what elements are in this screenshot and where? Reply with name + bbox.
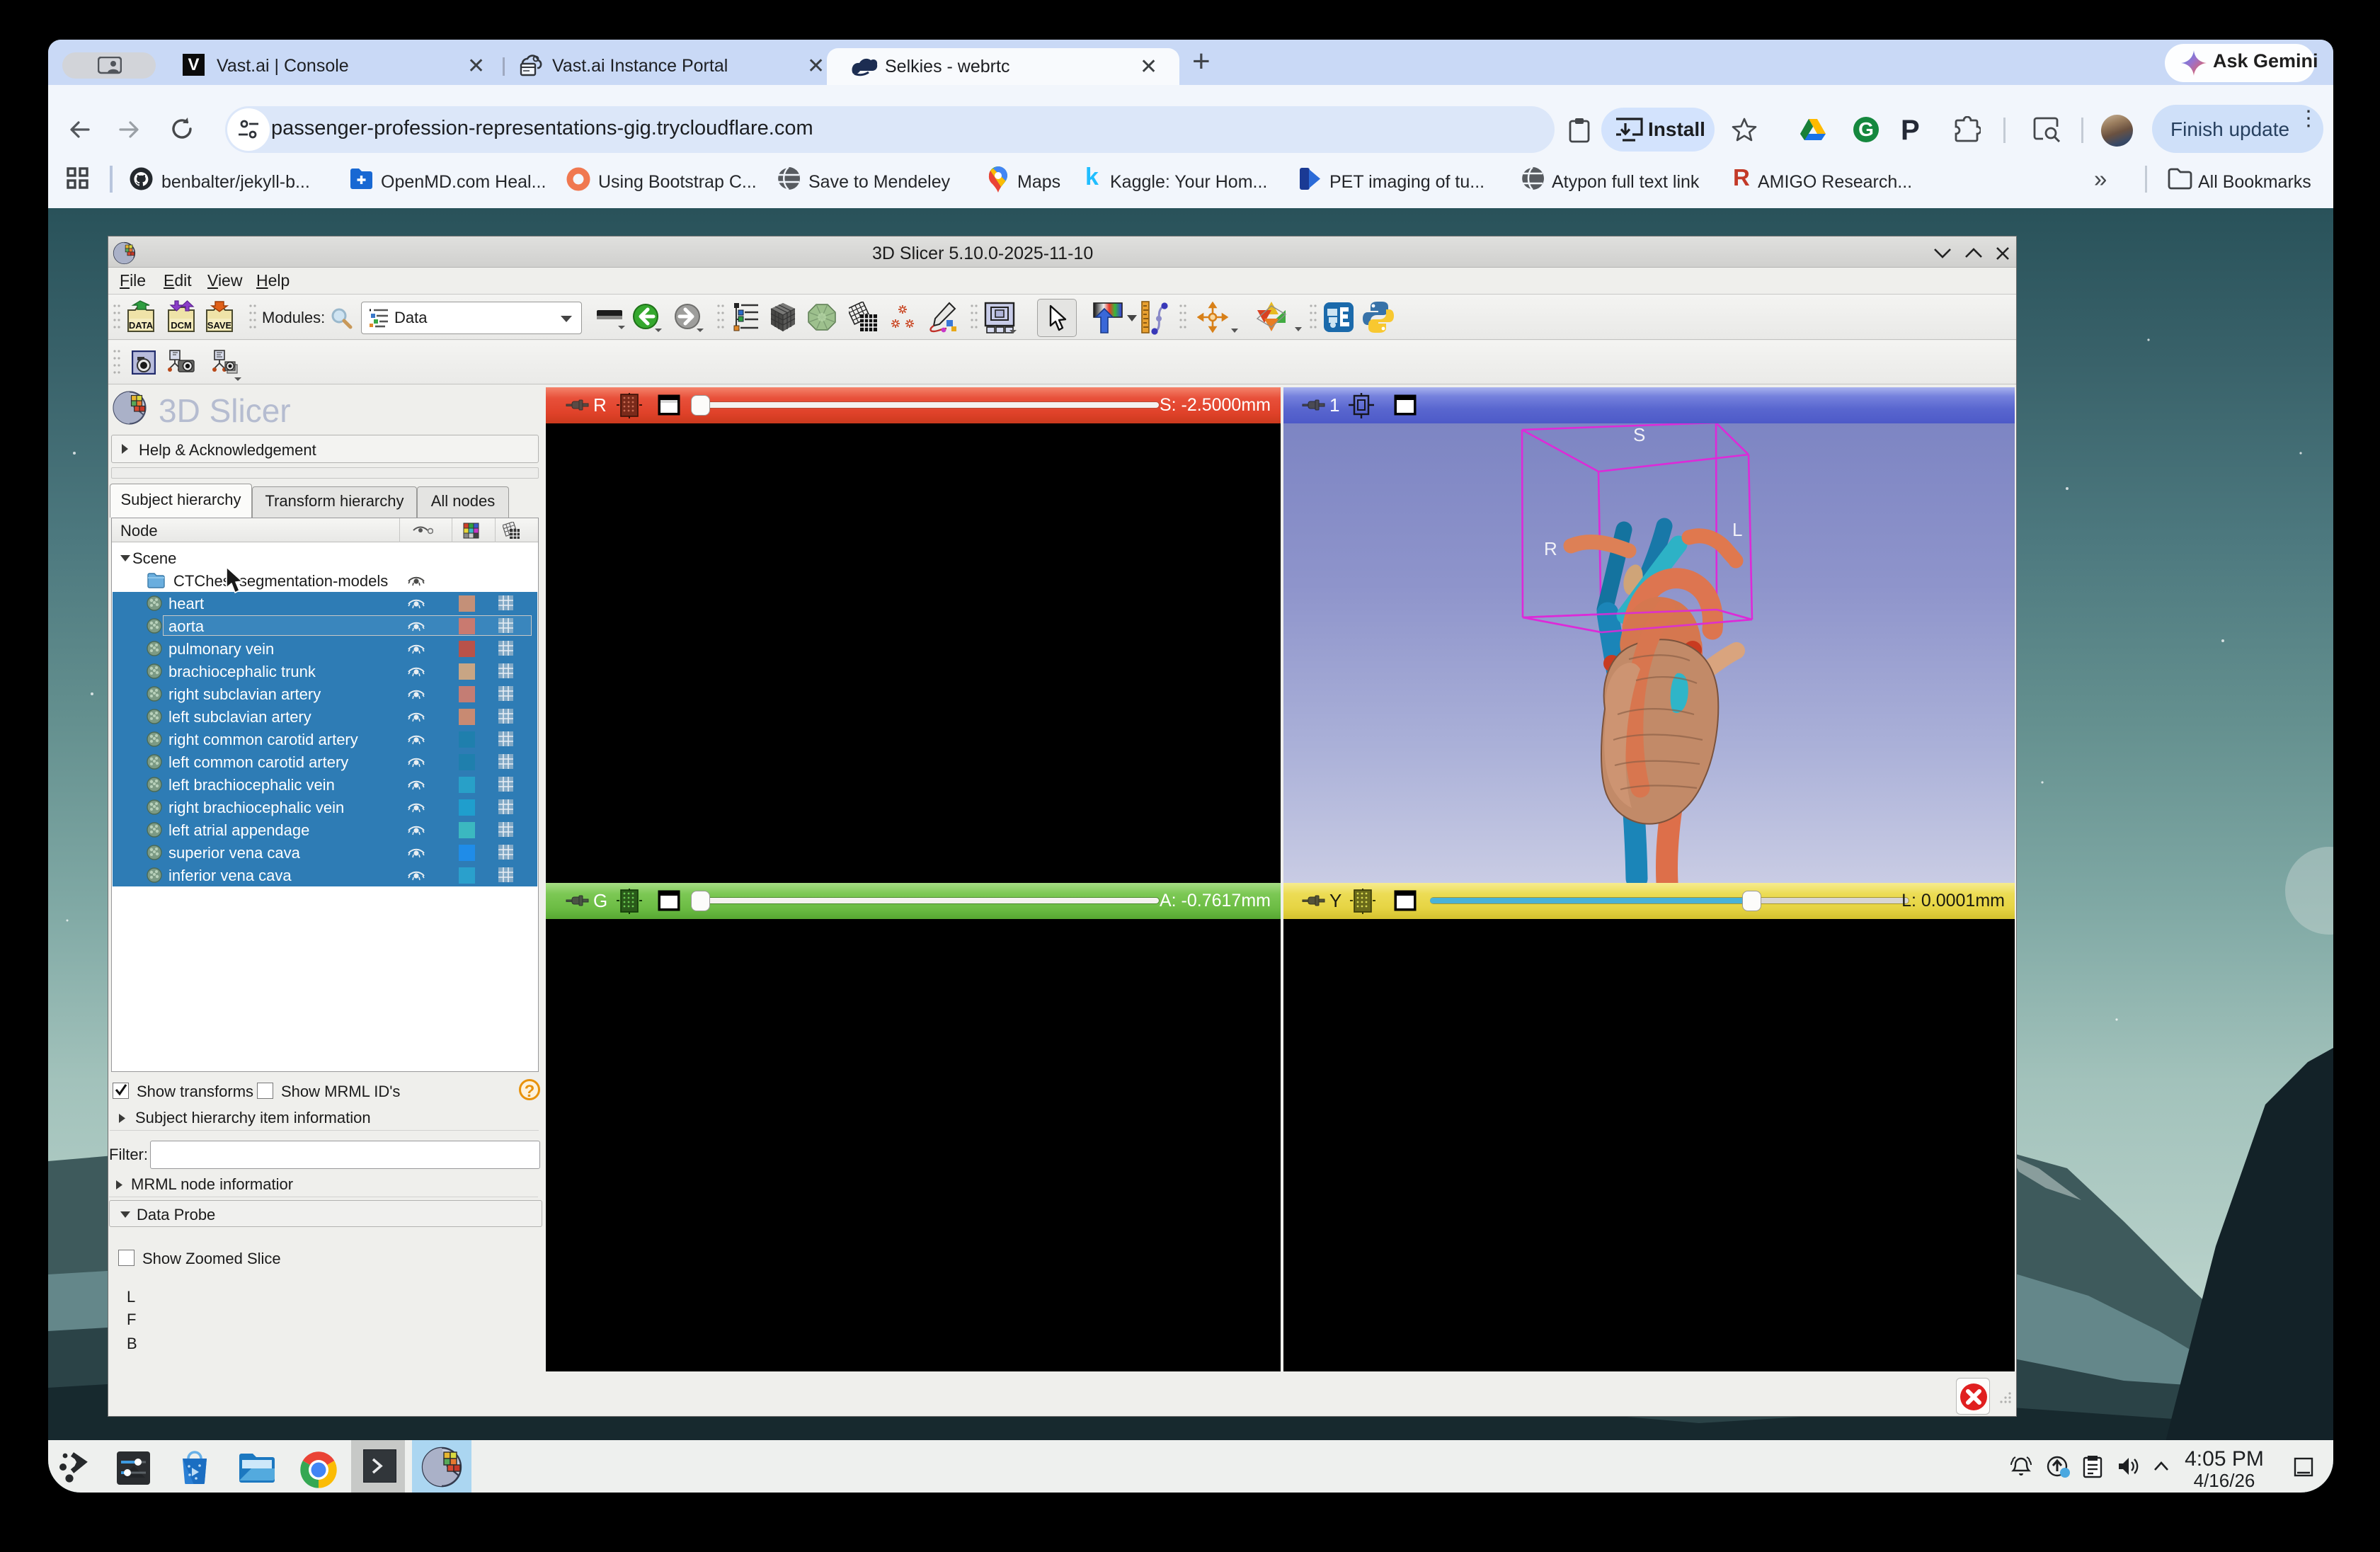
- svg-text:DCM: DCM: [171, 320, 192, 331]
- svg-text:R: R: [1544, 538, 1557, 559]
- svg-text:SAVE: SAVE: [207, 320, 232, 331]
- svg-text:L: L: [1732, 519, 1742, 540]
- svg-text:DATA: DATA: [129, 320, 154, 331]
- svg-text:S: S: [1633, 424, 1645, 445]
